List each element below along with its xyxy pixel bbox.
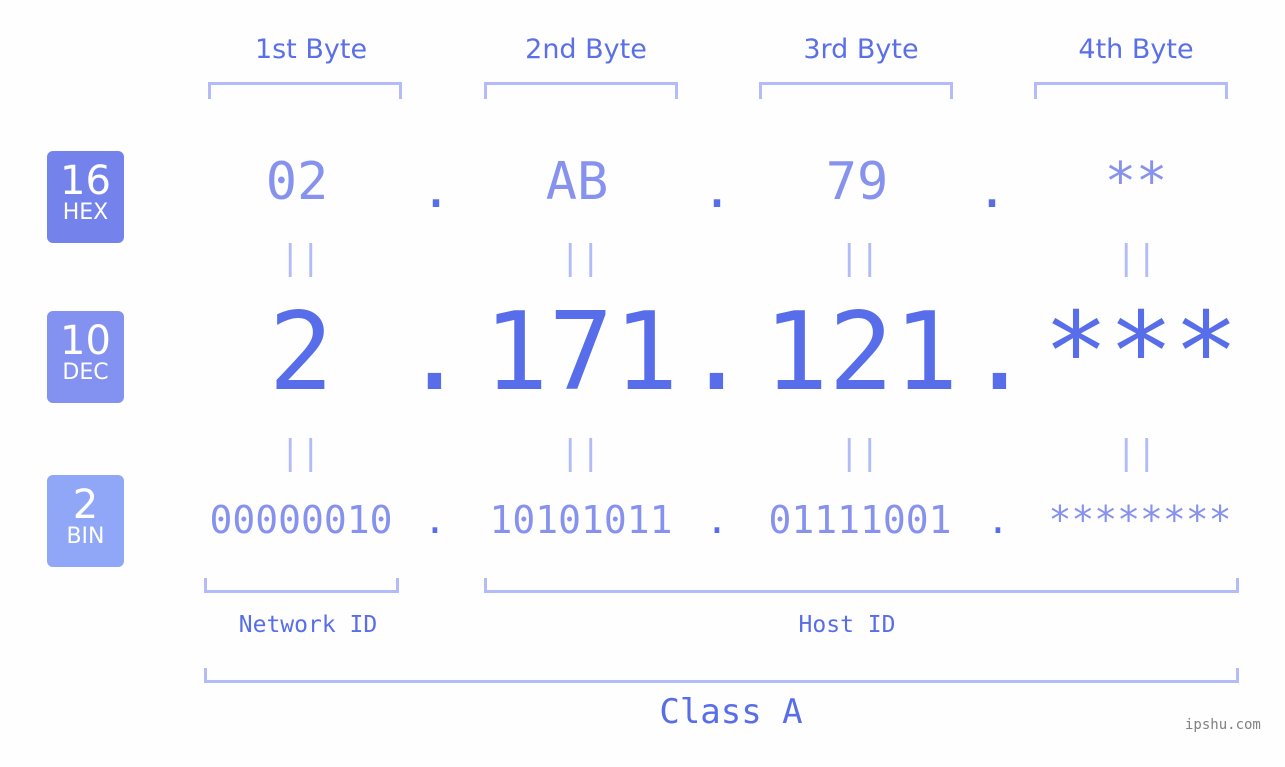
equals-sign: || (280, 238, 321, 278)
bin-byte-4: ******** (1048, 498, 1232, 542)
dec-badge-base: 10 (60, 318, 111, 364)
class-bracket (204, 668, 1239, 683)
dec-byte-3: 121 (763, 290, 959, 415)
hex-byte-1: 02 (265, 152, 329, 212)
hex-separator: . (976, 160, 1008, 220)
hex-badge-base: 16 (60, 158, 111, 204)
equals-sign: || (839, 433, 880, 473)
dec-byte-2: 171 (483, 290, 679, 415)
byte-header-4: 4th Byte (1078, 34, 1194, 65)
bin-byte-2: 10101011 (489, 498, 673, 542)
byte-header-3: 3rd Byte (803, 34, 919, 65)
byte-bracket-1 (208, 82, 402, 99)
hex-byte-2: AB (545, 152, 609, 212)
hex-separator: . (420, 160, 452, 220)
host-id-label: Host ID (798, 612, 896, 638)
equals-sign: || (1116, 433, 1157, 473)
bin-separator: . (705, 498, 729, 542)
hex-badge: 16 HEX (47, 151, 124, 243)
bin-badge-label: BIN (66, 524, 105, 549)
watermark: ipshu.com (1185, 717, 1261, 733)
dec-separator: . (684, 290, 750, 415)
byte-bracket-2 (484, 82, 678, 99)
network-id-label: Network ID (238, 612, 378, 638)
dec-badge-label: DEC (62, 360, 109, 385)
equals-sign: || (1116, 238, 1157, 278)
host-id-bracket (484, 578, 1239, 593)
byte-header-1: 1st Byte (254, 34, 368, 65)
dec-byte-1: 2 (268, 290, 334, 415)
bin-byte-3: 01111001 (768, 498, 952, 542)
hex-badge-label: HEX (62, 200, 109, 225)
equals-sign: || (280, 433, 321, 473)
byte-header-2: 2nd Byte (525, 34, 647, 65)
network-id-bracket (204, 578, 399, 593)
equals-sign: || (839, 238, 880, 278)
bin-separator: . (986, 498, 1010, 542)
hex-byte-3: 79 (825, 152, 889, 212)
equals-sign: || (560, 433, 601, 473)
equals-sign: || (560, 238, 601, 278)
bin-byte-1: 00000010 (209, 498, 393, 542)
byte-bracket-3 (759, 82, 953, 99)
dec-badge: 10 DEC (47, 311, 124, 403)
bin-separator: . (423, 498, 447, 542)
byte-bracket-4 (1034, 82, 1228, 99)
dec-byte-4: *** (1043, 290, 1239, 415)
dec-separator: . (402, 290, 468, 415)
hex-separator: . (701, 160, 733, 220)
class-label: Class A (659, 692, 803, 732)
bin-badge-base: 2 (72, 482, 99, 528)
dec-separator: . (967, 290, 1033, 415)
hex-byte-4: ** (1104, 152, 1168, 212)
bin-badge: 2 BIN (47, 475, 124, 567)
